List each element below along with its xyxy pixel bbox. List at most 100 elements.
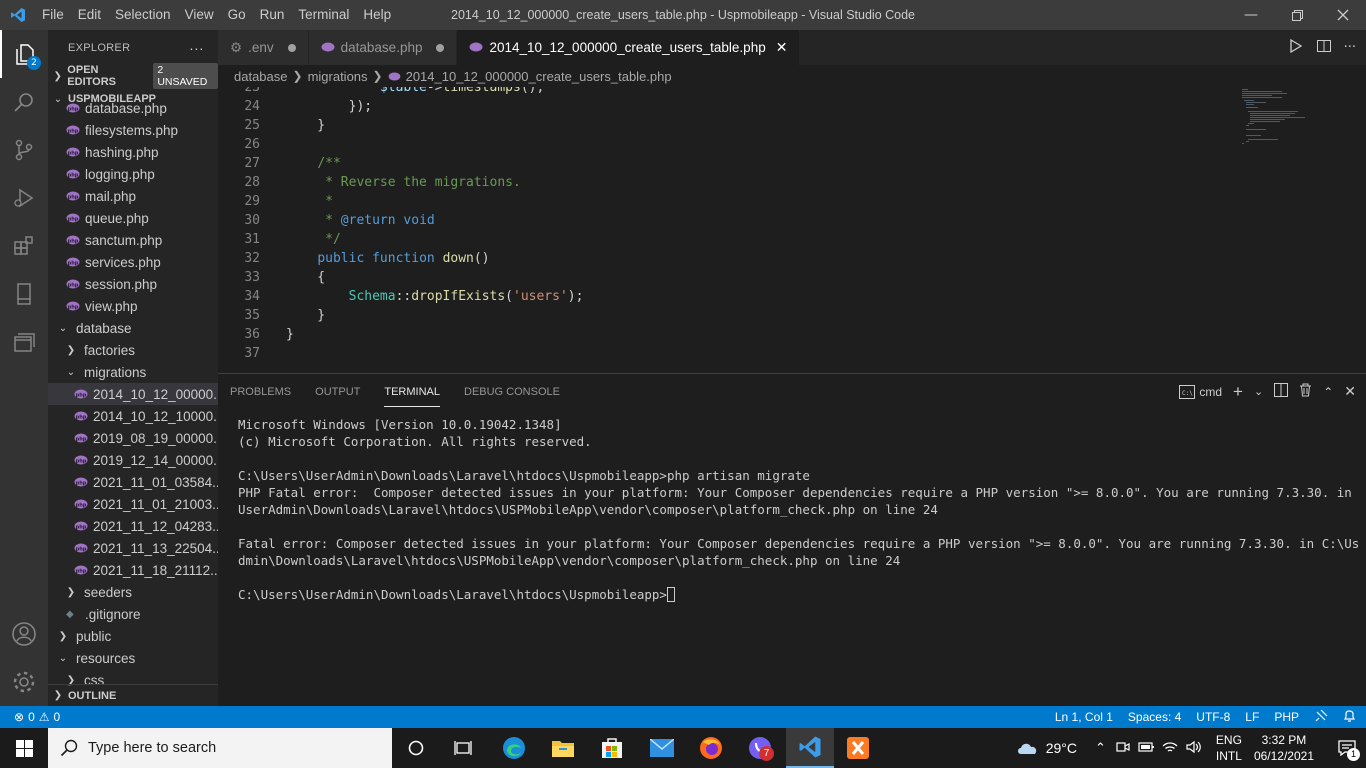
unsaved-dot-icon[interactable] — [287, 43, 296, 52]
taskbar-search[interactable]: Type here to search — [48, 728, 392, 768]
tree-item[interactable]: php sanctum.php — [48, 229, 218, 251]
code-line[interactable]: }); — [286, 99, 372, 114]
split-editor-icon[interactable] — [1316, 38, 1332, 58]
tree-item[interactable]: php hashing.php — [48, 141, 218, 163]
tree-item[interactable]: php view.php — [48, 295, 218, 317]
restore-button[interactable] — [1274, 0, 1320, 30]
panels-activity-button[interactable] — [0, 318, 48, 366]
weather-icon[interactable] — [1016, 739, 1040, 758]
code-line[interactable]: Schema::dropIfExists('users'); — [286, 289, 584, 304]
source-control-activity-button[interactable] — [0, 126, 48, 174]
tree-item[interactable]: ◆ .gitignore — [48, 603, 218, 625]
action-center-button[interactable]: 1 — [1328, 728, 1366, 768]
volume-icon[interactable] — [1186, 740, 1202, 757]
viber-taskbar-button[interactable]: 7 — [738, 728, 782, 768]
tree-item[interactable]: ❯ seeders — [48, 581, 218, 603]
task-view-button[interactable] — [441, 728, 485, 768]
mail-taskbar-button[interactable] — [640, 728, 684, 768]
menu-selection[interactable]: Selection — [108, 0, 178, 30]
tab-database-php[interactable]: database.php — [308, 30, 458, 65]
tab-output[interactable]: OUTPUT — [315, 386, 360, 398]
breadcrumb-item[interactable]: database — [234, 69, 288, 84]
tree-item[interactable]: php 2021_11_18_21112... — [48, 559, 218, 581]
tree-item[interactable]: php 2019_08_19_00000... — [48, 427, 218, 449]
code-line[interactable]: public function down() — [286, 251, 489, 266]
code-line[interactable]: } — [286, 118, 325, 133]
tree-item[interactable]: php mail.php — [48, 185, 218, 207]
code-editor[interactable]: 23 $table->timestamps(); 24 }); 25 } 26 27 /… — [218, 87, 1366, 373]
problems-status[interactable]: ⊗ 0 ⚠ 0 — [0, 710, 60, 724]
feedback-icon[interactable] — [1314, 709, 1328, 726]
new-terminal-icon[interactable]: + — [1233, 382, 1243, 402]
chevron-up-icon[interactable]: ⌃ — [1095, 740, 1106, 756]
tree-item[interactable]: ❯ factories — [48, 339, 218, 361]
terminal-output[interactable]: Microsoft Windows [Version 10.0.19042.13… — [238, 416, 1358, 603]
tree-item[interactable]: php 2014_10_12_00000... — [48, 383, 218, 405]
meet-now-icon[interactable] — [1116, 740, 1130, 757]
tab-create-users-table[interactable]: 2014_10_12_000000_create_users_table.php… — [457, 30, 801, 65]
tree-item[interactable]: ⌄ migrations — [48, 361, 218, 383]
file-explorer-taskbar-button[interactable] — [541, 728, 585, 768]
more-actions-icon[interactable]: ··· — [189, 40, 204, 56]
tree-item[interactable]: php 2021_11_13_22504... — [48, 537, 218, 559]
tree-item[interactable]: php 2021_11_01_03584... — [48, 471, 218, 493]
accounts-activity-button[interactable] — [0, 610, 48, 658]
tree-item[interactable]: php 2021_11_12_04283... — [48, 515, 218, 537]
vscode-taskbar-button[interactable] — [786, 728, 834, 768]
explorer-activity-button[interactable]: 2 — [0, 30, 48, 78]
code-line[interactable]: * @return void — [286, 213, 435, 228]
cortana-button[interactable] — [394, 728, 438, 768]
run-debug-activity-button[interactable] — [0, 174, 48, 222]
language-mode[interactable]: PHP — [1274, 710, 1299, 724]
tree-item[interactable]: php 2019_12_14_00000... — [48, 449, 218, 471]
manage-activity-button[interactable] — [0, 658, 48, 706]
tree-item[interactable]: php services.php — [48, 251, 218, 273]
tree-item[interactable]: php 2014_10_12_10000... — [48, 405, 218, 427]
menu-go[interactable]: Go — [221, 0, 253, 30]
firefox-taskbar-button[interactable] — [689, 728, 733, 768]
menu-terminal[interactable]: Terminal — [291, 0, 356, 30]
battery-icon[interactable] — [1138, 741, 1154, 756]
unsaved-dot-icon[interactable] — [436, 43, 445, 52]
tree-item[interactable]: php queue.php — [48, 207, 218, 229]
search-activity-button[interactable] — [0, 78, 48, 126]
maximize-panel-icon[interactable]: ⌃ — [1323, 385, 1333, 399]
wifi-icon[interactable] — [1162, 740, 1178, 757]
tree-item[interactable]: ⌄ database — [48, 317, 218, 339]
tab-debug-console[interactable]: DEBUG CONSOLE — [464, 386, 560, 398]
terminal-prompt-line[interactable]: C:\Users\UserAdmin\Downloads\Laravel\htd… — [238, 586, 1358, 603]
cursor-position[interactable]: Ln 1, Col 1 — [1055, 710, 1113, 724]
end-of-line[interactable]: LF — [1245, 710, 1259, 724]
menu-help[interactable]: Help — [356, 0, 398, 30]
tab-terminal[interactable]: TERMINAL — [384, 377, 440, 407]
close-panel-icon[interactable]: ✕ — [1344, 383, 1356, 400]
code-line[interactable]: $table->timestamps(); — [286, 87, 544, 95]
tree-item[interactable]: php 2021_11_01_21003... — [48, 493, 218, 515]
trash-icon[interactable] — [1299, 383, 1312, 400]
breadcrumb-item[interactable]: 2014_10_12_000000_create_users_table.php — [406, 69, 672, 84]
start-button[interactable] — [0, 728, 48, 768]
more-actions-icon[interactable]: ··· — [1344, 40, 1356, 55]
tree-item[interactable]: php session.php — [48, 273, 218, 295]
store-taskbar-button[interactable] — [590, 728, 634, 768]
breadcrumb-item[interactable]: migrations — [308, 69, 368, 84]
code-line[interactable]: * Reverse the migrations. — [286, 175, 521, 190]
menu-edit[interactable]: Edit — [71, 0, 108, 30]
bell-icon[interactable] — [1343, 709, 1356, 726]
menu-run[interactable]: Run — [253, 0, 292, 30]
close-tab-icon[interactable]: ✕ — [776, 39, 788, 56]
open-preview-icon[interactable] — [1288, 38, 1304, 58]
code-line[interactable]: } — [286, 327, 294, 342]
minimap[interactable] — [1240, 87, 1310, 167]
open-editors-section[interactable]: ❯ OPEN EDITORS 2 UNSAVED — [48, 63, 218, 89]
tree-item[interactable]: php database.php — [48, 97, 218, 119]
code-line[interactable]: * — [286, 194, 333, 209]
code-line[interactable]: { — [286, 270, 325, 285]
outline-section[interactable]: ❯ OUTLINE — [48, 684, 218, 706]
minimize-button[interactable]: — — [1228, 0, 1274, 30]
indentation[interactable]: Spaces: 4 — [1128, 710, 1181, 724]
tree-item[interactable]: ❯ public — [48, 625, 218, 647]
tab-problems[interactable]: PROBLEMS — [230, 386, 291, 398]
language-indicator[interactable]: ENG INTL — [1216, 732, 1242, 764]
code-line[interactable]: } — [286, 308, 325, 323]
